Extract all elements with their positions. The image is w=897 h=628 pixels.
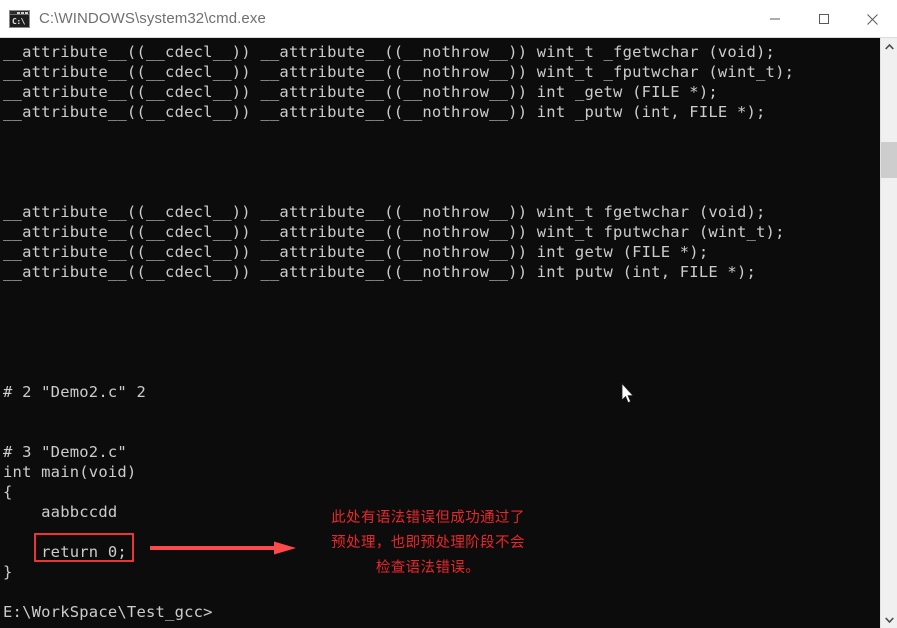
minimize-button[interactable]: [750, 0, 799, 38]
chevron-up-icon[interactable]: [881, 38, 897, 55]
cmd-window: C:\ C:\WINDOWS\system32\cmd.exe __attrib…: [0, 0, 897, 628]
console-scrollbar[interactable]: [880, 38, 897, 628]
annotation-arrow-icon: [150, 541, 296, 555]
annotation-note-line-2: 预处理，也即预处理阶段不会: [331, 535, 525, 551]
cmd-console-icon: C:\: [9, 8, 31, 29]
window-titlebar[interactable]: C:\ C:\WINDOWS\system32\cmd.exe: [0, 0, 897, 38]
syntax-error-highlight-box: [34, 533, 134, 562]
scrollbar-thumb[interactable]: [881, 142, 897, 178]
window-title: C:\WINDOWS\system32\cmd.exe: [39, 10, 266, 27]
annotation-note-line-1: 此处有语法错误但成功通过了: [331, 510, 525, 526]
maximize-button[interactable]: [799, 0, 848, 38]
cmd-icon-prompt-text: C:\: [12, 16, 25, 26]
close-button[interactable]: [848, 0, 897, 38]
annotation-note: 此处有语法错误但成功通过了 预处理，也即预处理阶段不会 检查语法错误。: [308, 506, 548, 581]
chevron-down-icon[interactable]: [881, 611, 897, 628]
console-output-area[interactable]: __attribute__((__cdecl__)) __attribute__…: [0, 38, 880, 628]
annotation-note-line-3: 检查语法错误。: [375, 560, 481, 576]
window-controls: [750, 0, 897, 38]
